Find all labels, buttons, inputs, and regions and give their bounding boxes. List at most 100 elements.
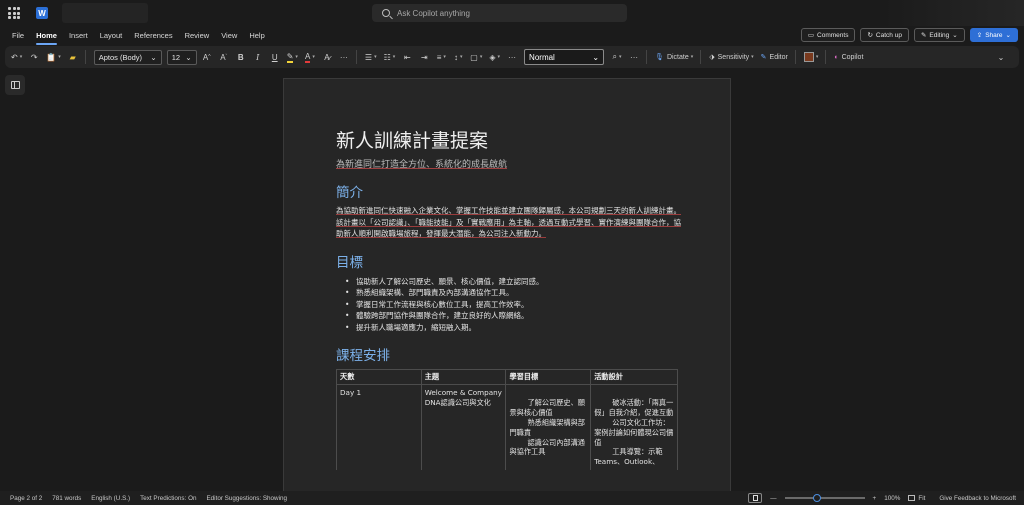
highlight-icon[interactable]: ✎ ▾ [286, 49, 298, 65]
grow-font-icon[interactable]: A ^ [202, 49, 212, 65]
tab-references[interactable]: References [134, 29, 172, 42]
shading-icon[interactable]: ◈ ▾ [489, 49, 500, 65]
share-button[interactable]: ⇪ Share ⌄ [969, 28, 1018, 42]
microphone-icon: 🎙 [655, 54, 664, 61]
list-item[interactable]: 掌握日常工作流程與核心數位工具，提高工作效率。 [345, 299, 681, 311]
undo-icon[interactable]: ↶ ▾ [11, 49, 22, 65]
tab-layout[interactable]: Layout [100, 29, 123, 42]
tab-insert[interactable]: Insert [69, 29, 88, 42]
table-header-goals[interactable]: 學習目標 [505, 369, 592, 386]
status-words[interactable]: 781 words [52, 495, 81, 502]
bold-icon[interactable]: B [236, 49, 246, 65]
zoom-slider[interactable] [784, 494, 865, 502]
table-header-activities[interactable]: 活動設計 [590, 369, 678, 386]
doc-subtitle[interactable]: 為新進同仁打造全方位、系統化的成長啟航 [336, 157, 681, 170]
app-launcher-icon[interactable] [8, 7, 20, 19]
tab-help[interactable]: Help [249, 29, 264, 42]
status-editor-suggestions[interactable]: Editor Suggestions: Showing [206, 495, 287, 502]
increase-indent-icon[interactable]: ⇥ [419, 49, 429, 65]
borders-icon[interactable]: ▢ ▾ [470, 49, 482, 65]
more-editing-options-icon[interactable]: ··· [629, 49, 639, 65]
list-item[interactable]: 熟悉組織架構、部門職責及內部溝通協作工具。 [345, 287, 681, 299]
paste-icon[interactable]: 📋 ▾ [46, 49, 60, 65]
more-font-options-icon[interactable]: ··· [339, 49, 349, 65]
share-label: Share [985, 31, 1003, 39]
fit-button[interactable]: Fit [908, 495, 925, 502]
collapse-ribbon-icon[interactable]: ⌄ [996, 49, 1006, 65]
cell-topic[interactable]: Welcome & Company DNA認識公司與文化 [420, 384, 507, 471]
comments-button[interactable]: ▭ Comments [800, 28, 856, 42]
font-color-icon[interactable]: A ▾ [304, 49, 315, 65]
table-header-day[interactable]: 天數 [336, 369, 422, 386]
print-layout-icon[interactable] [748, 493, 763, 503]
table-row: Day 1 Welcome & Company DNA認識公司與文化 了解公司歷… [336, 384, 678, 471]
styles-pane-icon[interactable]: ▾ [803, 49, 818, 65]
copilot-button[interactable]: ◐ Copilot [834, 49, 863, 65]
status-language[interactable]: English (U.S.) [91, 495, 130, 502]
document-name-redacted[interactable] [62, 3, 148, 23]
italic-icon[interactable]: I [253, 49, 263, 65]
shrink-font-icon[interactable]: Aˇ [219, 49, 229, 65]
font-size-select[interactable]: 12 ⌄ [166, 49, 197, 65]
more-paragraph-options-icon[interactable]: ··· [507, 49, 517, 65]
editor-button[interactable]: ✎ Editor [761, 49, 788, 65]
decrease-indent-icon[interactable]: ⇤ [402, 49, 412, 65]
document-canvas[interactable]: 新人訓練計畫提案 為新進同仁打造全方位、系統化的成長啟航 簡介 為協助新進同仁快… [0, 70, 1024, 491]
style-value: Normal [529, 52, 555, 62]
cell-day[interactable]: Day 1 [336, 384, 422, 471]
divider [794, 50, 796, 64]
heading-intro[interactable]: 簡介 [336, 184, 681, 202]
underline-icon[interactable]: U [270, 49, 280, 65]
comment-icon: ▭ [807, 32, 815, 39]
tab-file[interactable]: File [12, 29, 24, 42]
tab-view[interactable]: View [221, 29, 237, 42]
chevron-down-icon: ⌄ [952, 32, 958, 39]
line-spacing-icon[interactable]: ↕ ▾ [453, 49, 463, 65]
goal-line: 了解公司歷史、願景與核心價值 [509, 398, 585, 418]
editing-mode-button[interactable]: ✎ Editing ⌄ [913, 28, 965, 42]
chevron-down-icon: ⌄ [150, 52, 157, 62]
document-body[interactable]: 新人訓練計畫提案 為新進同仁打造全方位、系統化的成長啟航 簡介 為協助新進同仁快… [336, 129, 681, 471]
list-item[interactable]: 體驗跨部門協作與團隊合作，建立良好的人際網絡。 [345, 310, 681, 322]
editor-icon: ✎ [760, 54, 767, 61]
status-page[interactable]: Page 2 of 2 [10, 495, 42, 502]
heading-schedule[interactable]: 課程安排 [336, 347, 681, 365]
clear-formatting-icon[interactable]: A̷ [322, 49, 332, 65]
find-icon[interactable]: ⌕ ▾ [612, 49, 622, 65]
font-name-select[interactable]: Aptos (Body) ⌄ [93, 49, 162, 65]
zoom-out-button[interactable]: — [770, 495, 776, 502]
align-icon[interactable]: ≡ ▾ [436, 49, 446, 65]
cell-goals[interactable]: 了解公司歷史、願景與核心價值 熟悉組織架構與部門職責 認識公司內部溝通與協作工具 [505, 384, 592, 471]
navigation-pane-toggle[interactable] [5, 75, 25, 95]
redo-icon[interactable]: ↷ [29, 49, 39, 65]
catch-up-button[interactable]: ↻ Catch up [860, 28, 909, 42]
cell-activities[interactable]: 破冰活動：「兩真一假」自我介紹，促進互動 公司文化工作坊：案例討論如何體現公司價… [590, 384, 678, 471]
zoom-slider-thumb[interactable] [812, 494, 821, 502]
catch-up-label: Catch up [875, 31, 902, 39]
editor-label: Editor [769, 53, 788, 61]
zoom-level[interactable]: 100% [884, 495, 900, 502]
activity-line: 破冰活動：「兩真一假」自我介紹，促進互動 [594, 398, 674, 418]
zoom-in-button[interactable]: + [873, 495, 877, 502]
doc-title[interactable]: 新人訓練計畫提案 [336, 129, 681, 153]
feedback-link[interactable]: Give Feedback to Microsoft [939, 495, 1016, 502]
intro-paragraph[interactable]: 為協助新進同仁快速融入企業文化、掌握工作技能並建立團隊歸屬感，本公司規劃三天的新… [336, 205, 681, 240]
list-item[interactable]: 提升新人職場適應力，縮短融入期。 [345, 322, 681, 334]
bullets-icon[interactable]: ☰ ▾ [365, 49, 377, 65]
schedule-table[interactable]: 天數 主題 學習目標 活動設計 Day 1 Welcome & Company … [336, 369, 678, 471]
table-header-topic[interactable]: 主題 [420, 369, 507, 386]
style-select[interactable]: Normal ⌄ [524, 49, 605, 65]
goals-list: 協助新人了解公司歷史、願景、核心價值，建立認同感。 熟悉組織架構、部門職責及內部… [336, 276, 681, 334]
document-page[interactable]: 新人訓練計畫提案 為新進同仁打造全方位、系統化的成長啟航 簡介 為協助新進同仁快… [283, 78, 731, 491]
heading-goals[interactable]: 目標 [336, 254, 681, 272]
tab-review[interactable]: Review [185, 29, 210, 42]
format-painter-icon[interactable]: ▰ [68, 49, 78, 65]
copilot-search-input[interactable]: Ask Copilot anything [372, 4, 627, 22]
tab-home[interactable]: Home [36, 29, 57, 45]
status-text-predictions[interactable]: Text Predictions: On [140, 495, 196, 502]
numbering-icon[interactable]: ☷ ▾ [384, 49, 396, 65]
divider [700, 50, 702, 64]
list-item[interactable]: 協助新人了解公司歷史、願景、核心價值，建立認同感。 [345, 276, 681, 288]
sensitivity-button[interactable]: ⬗ Sensitivity ▾ [709, 49, 753, 65]
dictate-button[interactable]: 🎙 Dictate ▾ [655, 49, 693, 65]
